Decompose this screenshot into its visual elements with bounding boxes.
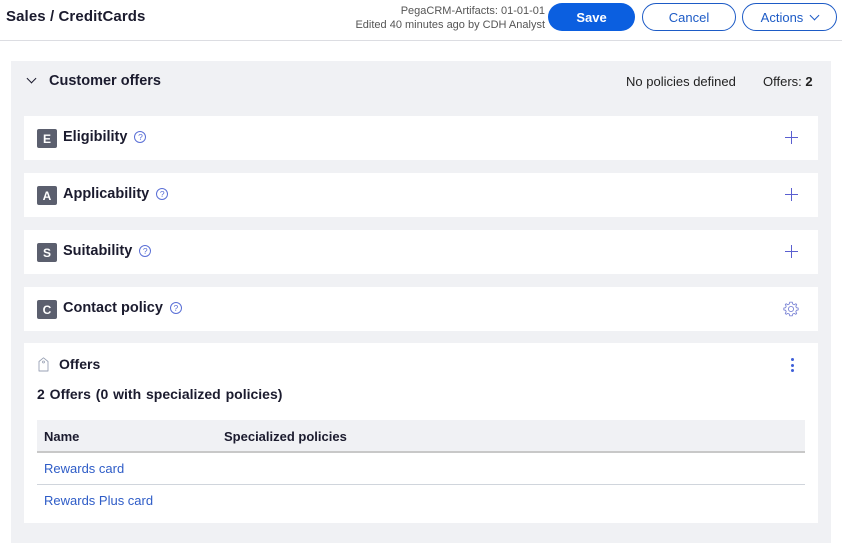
policy-title: Suitability? bbox=[63, 243, 152, 259]
last-edited: Edited 40 minutes ago by CDH Analyst bbox=[355, 19, 545, 31]
table-row: Rewards card bbox=[37, 453, 805, 485]
offers-count: Offers: 2 bbox=[763, 74, 813, 89]
offers-summary: 2 Offers (0 with specialized policies) bbox=[37, 386, 283, 402]
column-header-name[interactable]: Name bbox=[44, 429, 79, 444]
customer-offers-section: Customer offers No policies defined Offe… bbox=[11, 61, 831, 543]
page-title: Sales / CreditCards bbox=[6, 8, 146, 25]
section-header[interactable]: Customer offers No policies defined Offe… bbox=[11, 61, 831, 103]
ruleset-version: PegaCRM-Artifacts: 01-01-01 bbox=[400, 5, 545, 17]
policies-status: No policies defined bbox=[626, 74, 736, 89]
actions-button[interactable]: Actions bbox=[742, 3, 837, 31]
actions-label: Actions bbox=[760, 9, 804, 25]
policy-title: Applicability? bbox=[63, 186, 169, 202]
applicability-badge: A bbox=[37, 186, 57, 205]
plus-icon[interactable] bbox=[785, 131, 798, 144]
plus-icon[interactable] bbox=[785, 188, 798, 201]
ruleset-meta: PegaCRM-Artifacts: 01-01-01 Edited 40 mi… bbox=[355, 4, 545, 32]
offer-link[interactable]: Rewards card bbox=[44, 461, 124, 476]
offer-link[interactable]: Rewards Plus card bbox=[44, 493, 153, 508]
gear-icon[interactable] bbox=[783, 301, 799, 317]
help-icon[interactable]: ? bbox=[134, 131, 147, 143]
policy-card-eligibility: E Eligibility? bbox=[24, 116, 818, 160]
table-header: Name Specialized policies bbox=[37, 420, 805, 453]
policy-card-suitability: S Suitability? bbox=[24, 230, 818, 274]
offers-table: Name Specialized policies Rewards card R… bbox=[37, 420, 805, 517]
plus-icon[interactable] bbox=[785, 245, 798, 258]
policy-card-applicability: A Applicability? bbox=[24, 173, 818, 217]
table-row: Rewards Plus card bbox=[37, 485, 805, 517]
policy-label[interactable]: Applicability bbox=[63, 186, 149, 202]
offers-count-value: 2 bbox=[805, 74, 813, 89]
help-icon[interactable]: ? bbox=[169, 302, 182, 314]
section-title: Customer offers bbox=[49, 73, 161, 89]
policy-card-contact-policy: C Contact policy? bbox=[24, 287, 818, 331]
save-button[interactable]: Save bbox=[548, 3, 635, 31]
contact-policy-badge: C bbox=[37, 300, 57, 319]
more-options-icon[interactable] bbox=[790, 358, 794, 372]
policy-label[interactable]: Suitability bbox=[63, 243, 132, 259]
collapse-chevron-icon[interactable] bbox=[26, 73, 37, 84]
offers-count-label: Offers: bbox=[763, 74, 802, 89]
offers-title: Offers bbox=[59, 356, 101, 372]
policy-title: Contact policy? bbox=[63, 300, 182, 316]
chevron-down-icon bbox=[809, 10, 820, 20]
tag-icon bbox=[38, 357, 49, 372]
column-header-specialized-policies[interactable]: Specialized policies bbox=[224, 429, 347, 444]
policy-label[interactable]: Eligibility bbox=[63, 129, 127, 145]
offers-card: Offers 2 Offers (0 with specialized poli… bbox=[24, 343, 818, 523]
page-header: Sales / CreditCards PegaCRM-Artifacts: 0… bbox=[0, 0, 842, 41]
policy-title: Eligibility? bbox=[63, 129, 147, 145]
eligibility-badge: E bbox=[37, 129, 57, 148]
policy-label[interactable]: Contact policy bbox=[63, 300, 163, 316]
suitability-badge: S bbox=[37, 243, 57, 262]
help-icon[interactable]: ? bbox=[139, 245, 152, 257]
help-icon[interactable]: ? bbox=[156, 188, 169, 200]
cancel-button[interactable]: Cancel bbox=[642, 3, 736, 31]
